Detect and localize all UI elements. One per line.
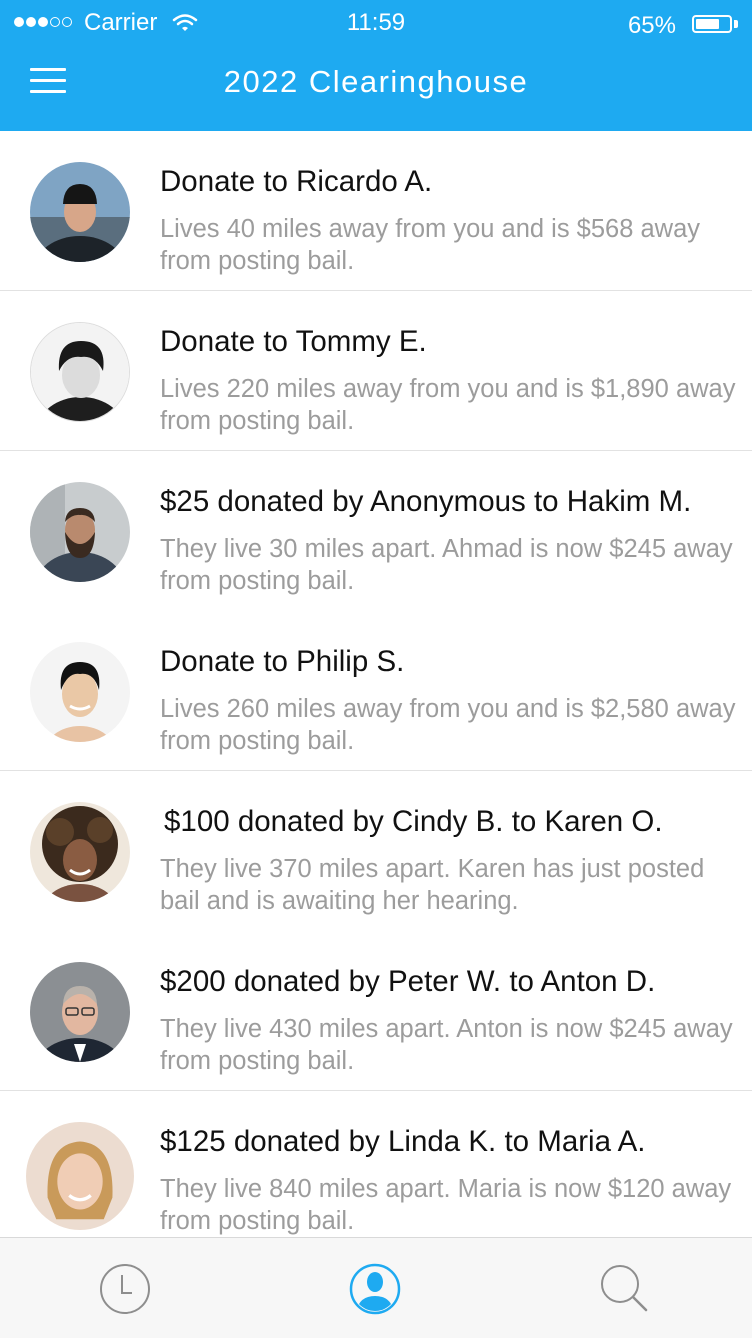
battery-tip [734, 20, 738, 28]
tab-search[interactable] [598, 1262, 652, 1316]
feed-item[interactable]: $200 donated by Peter W. to Anton D. The… [0, 931, 752, 1091]
profile-icon [349, 1263, 401, 1315]
feed-item-title: $125 donated by Linda K. to Maria A. [160, 1125, 646, 1158]
battery-icon [692, 15, 732, 33]
avatar [30, 482, 130, 582]
avatar [30, 162, 130, 262]
feed-item-title: Donate to Philip S. [160, 645, 405, 678]
feed-item-subtitle: Lives 260 miles away from you and is $2,… [160, 695, 736, 755]
feed-item-title: Donate to Ricardo A. [160, 165, 433, 198]
clock-icon [100, 1264, 150, 1314]
feed-item-title: Donate to Tommy E. [160, 325, 427, 358]
status-bar: Carrier 11:59 65% [0, 0, 752, 44]
tab-history[interactable] [98, 1262, 152, 1316]
feed-item[interactable]: $25 donated by Anonymous to Hakim M. The… [0, 451, 752, 611]
feed-item-subtitle: Lives 220 miles away from you and is $1,… [160, 375, 736, 435]
feed-item[interactable]: Donate to Philip S. Lives 260 miles away… [0, 611, 752, 771]
feed-item-title: $200 donated by Peter W. to Anton D. [160, 965, 656, 998]
feed-item-title: $100 donated by Cindy B. to Karen O. [164, 805, 663, 838]
feed-item[interactable]: Donate to Tommy E. Lives 220 miles away … [0, 291, 752, 451]
feed-item-subtitle: They live 30 miles apart. Ahmad is now $… [160, 535, 733, 595]
nav-header: Carrier 11:59 65% 2022 Clearinghouse [0, 0, 752, 131]
search-icon [601, 1265, 648, 1312]
avatar [30, 642, 130, 742]
page-title: 2022 Clearinghouse [223, 64, 529, 99]
feed-item-subtitle: They live 430 miles apart. Anton is now … [160, 1015, 733, 1075]
feed-item[interactable]: Donate to Ricardo A. Lives 40 miles away… [0, 131, 752, 291]
feed-item-subtitle: They live 370 miles apart. Karen has jus… [160, 855, 705, 915]
battery-percentage: 65% [627, 12, 676, 39]
avatar [30, 962, 130, 1062]
avatar [26, 1122, 134, 1230]
tab-bar [0, 1237, 752, 1338]
feed-item-subtitle: Lives 40 miles away from you and is $568… [160, 215, 701, 275]
avatar [30, 802, 130, 902]
feed-item[interactable]: $125 donated by Linda K. to Maria A. The… [0, 1091, 752, 1237]
feed-item-title: $25 donated by Anonymous to Hakim M. [160, 485, 692, 518]
avatar [30, 322, 130, 422]
feed-item-subtitle: They live 840 miles apart. Maria is now … [160, 1175, 732, 1235]
activity-feed[interactable]: Donate to Ricardo A. Lives 40 miles away… [0, 131, 752, 1237]
feed-item[interactable]: $100 donated by Cindy B. to Karen O. The… [0, 771, 752, 931]
tab-profile[interactable] [348, 1262, 402, 1316]
